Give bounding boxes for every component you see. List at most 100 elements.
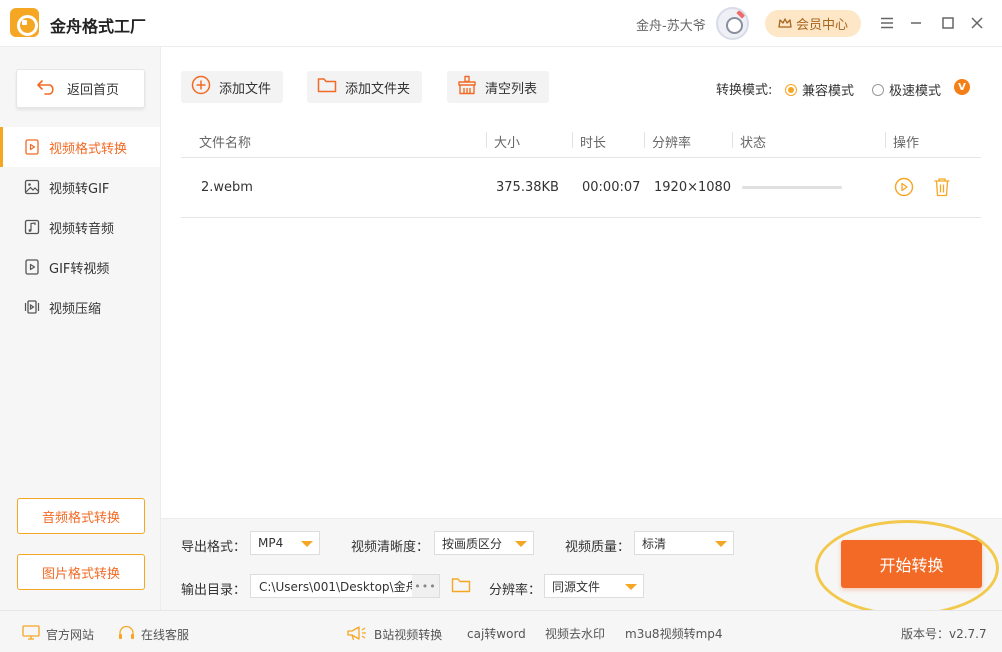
menu-icon[interactable]: [876, 12, 898, 34]
col-header-actions: 操作: [893, 136, 920, 151]
sidebar-item-video-audio[interactable]: 视频转音频: [0, 207, 160, 247]
clarity-select[interactable]: 按画质区分: [434, 531, 534, 555]
vip-center-button[interactable]: 会员中心: [765, 10, 861, 37]
footer-link-label: B站视频转换: [374, 628, 443, 642]
broom-icon: [457, 75, 477, 99]
back-arrow-icon: [37, 79, 57, 99]
file-size: 375.38KB: [496, 180, 559, 195]
chevron-down-icon: [715, 541, 727, 547]
add-folder-button[interactable]: 添加文件夹: [307, 71, 423, 103]
clear-list-button[interactable]: 清空列表: [447, 71, 550, 103]
service-link[interactable]: 在线客服: [118, 625, 189, 644]
output-dir-value: C:\Users\001\Desktop\金舟: [259, 579, 418, 594]
add-folder-label: 添加文件夹: [345, 81, 411, 97]
settings-panel: 导出格式： MP4 视频清晰度： 按画质区分 视频质量： 标清 输出目录： C:…: [161, 518, 1002, 616]
user-name[interactable]: 金舟-苏大爷: [636, 15, 706, 34]
col-separator: [885, 132, 886, 148]
play-icon: [24, 259, 40, 275]
headset-icon: [118, 625, 135, 644]
sidebar-item-label: 视频转音频: [49, 221, 115, 237]
vip-center-label: 会员中心: [795, 18, 848, 33]
sidebar-item-video-convert[interactable]: 视频格式转换: [0, 127, 160, 167]
footer-link-bilibili[interactable]: B站视频转换: [346, 625, 442, 644]
play-circle-icon[interactable]: [894, 177, 914, 201]
file-duration: 00:00:07: [582, 180, 641, 195]
service-label: 在线客服: [141, 628, 190, 642]
sidebar: 返回首页 视频格式转换 视频转GIF 视频转音频 GIF转视频 视频压缩 音频格…: [0, 47, 161, 610]
compress-icon: [24, 299, 40, 315]
minimize-icon[interactable]: [905, 12, 927, 34]
sidebar-item-label: 视频转GIF: [49, 181, 110, 197]
back-home-label: 返回首页: [67, 83, 120, 98]
mode-fast-radio[interactable]: 极速模式: [872, 80, 941, 99]
title-bar: 金舟格式工厂 金舟-苏大爷 会员中心: [0, 0, 1002, 47]
footer-link-watermark[interactable]: 视频去水印: [545, 625, 605, 642]
col-header-name: 文件名称: [199, 136, 252, 151]
chevron-down-icon: [625, 584, 637, 590]
radio-dot: [785, 83, 797, 96]
mode-compat-label: 兼容模式: [802, 84, 855, 99]
col-header-status: 状态: [740, 136, 767, 151]
image-convert-button[interactable]: 图片格式转换: [17, 554, 145, 590]
start-convert-button[interactable]: 开始转换: [841, 540, 982, 588]
format-label: 导出格式：: [181, 540, 247, 555]
format-select[interactable]: MP4: [250, 531, 320, 555]
crown-icon: [778, 18, 792, 29]
back-home-button[interactable]: 返回首页: [16, 69, 145, 108]
image-icon: [24, 179, 40, 195]
close-icon[interactable]: [966, 12, 988, 34]
file-name: 2.webm: [201, 180, 253, 195]
output-dir-label: 输出目录：: [181, 583, 247, 598]
col-separator: [644, 132, 645, 148]
music-icon: [24, 219, 40, 235]
footer-link-m3u8[interactable]: m3u8视频转mp4: [625, 625, 723, 642]
table-row[interactable]: 2.webm 375.38KB 00:00:07 1920×1080: [181, 158, 981, 218]
sidebar-item-video-gif[interactable]: 视频转GIF: [0, 167, 160, 207]
sidebar-item-gif-video[interactable]: GIF转视频: [0, 247, 160, 287]
maximize-icon[interactable]: [937, 12, 959, 34]
vip-badge-icon: V: [954, 79, 970, 95]
open-folder-icon[interactable]: [451, 576, 471, 598]
footer-link-caj[interactable]: caj转word: [467, 625, 526, 642]
add-file-label: 添加文件: [219, 81, 272, 97]
trash-icon[interactable]: [933, 177, 951, 201]
col-separator: [572, 132, 573, 148]
mode-label: 转换模式:: [716, 83, 773, 98]
clear-list-label: 清空列表: [485, 81, 538, 97]
quality-value: 标清: [642, 536, 667, 551]
browse-button[interactable]: •••: [412, 575, 439, 597]
sidebar-item-label: 视频格式转换: [49, 141, 128, 157]
chevron-down-icon: [515, 541, 527, 547]
sidebar-item-label: 视频压缩: [49, 301, 102, 317]
monitor-icon: [22, 625, 40, 643]
progress-bar: [742, 186, 842, 189]
radio-dot: [872, 83, 884, 96]
resolution-select[interactable]: 同源文件: [544, 574, 644, 598]
file-table-header: 文件名称 大小 时长 分辨率 状态 操作: [181, 122, 981, 158]
col-header-duration: 时长: [580, 136, 607, 151]
resolution-label: 分辨率：: [489, 583, 542, 598]
quality-label: 视频质量：: [565, 540, 631, 555]
col-header-resolution: 分辨率: [652, 136, 692, 151]
sidebar-item-video-compress[interactable]: 视频压缩: [0, 287, 160, 327]
megaphone-icon: [346, 625, 368, 644]
mode-fast-label: 极速模式: [889, 84, 942, 99]
file-resolution: 1920×1080: [654, 180, 732, 195]
video-icon: [24, 139, 40, 155]
app-logo-icon: [10, 8, 39, 37]
col-separator: [486, 132, 487, 148]
website-link[interactable]: 官方网站: [22, 625, 94, 643]
col-header-size: 大小: [494, 136, 521, 151]
add-file-button[interactable]: 添加文件: [181, 71, 284, 103]
mode-compat-radio[interactable]: 兼容模式: [785, 80, 854, 99]
folder-icon: [317, 76, 337, 98]
plus-circle-icon: [191, 75, 211, 99]
footer: 官方网站 在线客服 B站视频转换 caj转word 视频去水印 m3u8视频转m…: [0, 610, 1002, 652]
audio-convert-button[interactable]: 音频格式转换: [17, 498, 145, 534]
format-value: MP4: [258, 536, 284, 550]
quality-select[interactable]: 标清: [634, 531, 734, 555]
col-separator: [732, 132, 733, 148]
resolution-value: 同源文件: [552, 579, 601, 594]
avatar[interactable]: [716, 7, 749, 40]
clarity-value: 按画质区分: [442, 536, 503, 551]
